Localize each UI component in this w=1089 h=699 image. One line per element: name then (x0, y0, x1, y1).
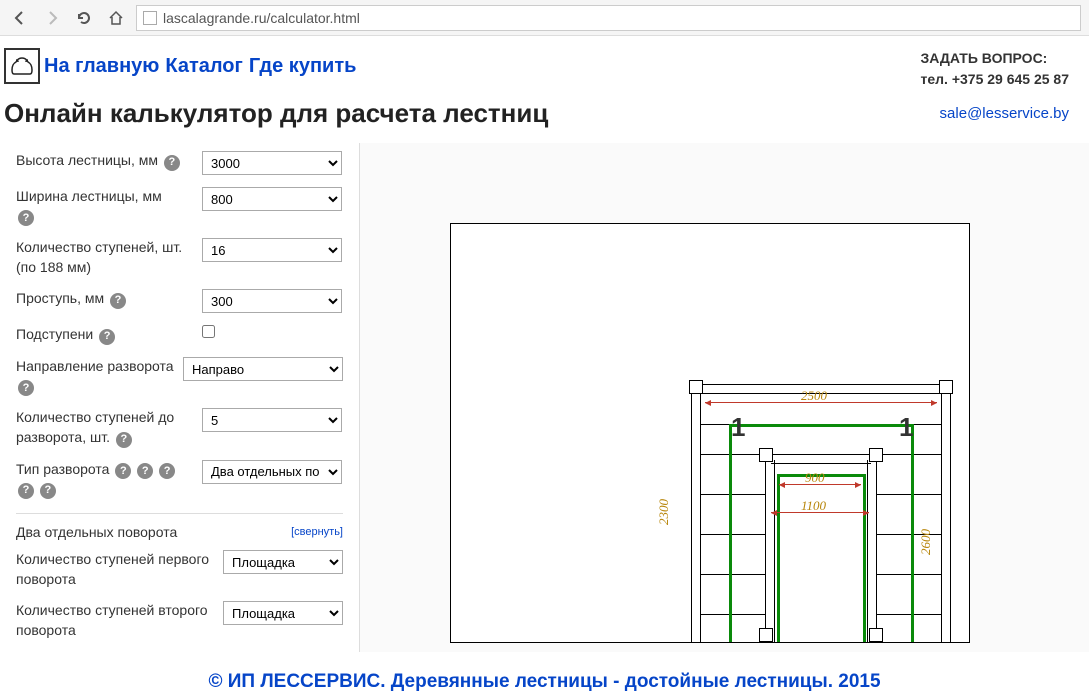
footer: © ИП ЛЕССЕРВИС. Деревянные лестницы - до… (0, 671, 1089, 693)
width-select[interactable]: 800 (202, 187, 342, 211)
nav-home[interactable]: На главную (44, 55, 159, 78)
url-bar[interactable]: lascalagrande.ru/calculator.html (136, 5, 1081, 31)
before-turn-select[interactable]: 5 (202, 408, 342, 432)
riser-label: Подступени (16, 326, 93, 342)
dim-1100: 1100 (801, 498, 826, 514)
height-select[interactable]: 3000 (202, 151, 342, 175)
nav-catalog[interactable]: Каталог (165, 55, 242, 78)
dim-2300: 2300 (656, 499, 672, 525)
help-icon[interactable]: ? (40, 483, 56, 499)
reload-button[interactable] (72, 6, 96, 30)
dim-2600: 2600 (918, 529, 934, 555)
tread-select[interactable]: 300 (202, 289, 342, 313)
forward-button[interactable] (40, 6, 64, 30)
browser-toolbar: lascalagrande.ru/calculator.html (0, 0, 1089, 36)
marker-1-right: 1 (899, 412, 913, 443)
help-icon[interactable]: ? (18, 380, 34, 396)
collapse-link[interactable]: [свернуть] (291, 526, 343, 538)
steps-label: Количество ступеней, шт. (по 188 мм) (16, 238, 194, 277)
email-link[interactable]: sale@lesservice.by (940, 105, 1069, 122)
first-turn-label: Количество ступеней первого поворота (16, 550, 215, 589)
header: На главную Каталог Где купить ЗАДАТЬ ВОП… (0, 36, 1089, 98)
contact-phone: тел. +375 29 645 25 87 (921, 69, 1069, 90)
tread-label: Проступь, мм (16, 290, 104, 306)
help-icon[interactable]: ? (159, 463, 175, 479)
height-label: Высота лестницы, мм (16, 152, 158, 168)
second-turn-label: Количество ступеней второго поворота (16, 601, 215, 640)
nav-where[interactable]: Где купить (249, 55, 357, 78)
help-icon[interactable]: ? (137, 463, 153, 479)
riser-checkbox[interactable] (202, 325, 215, 338)
stair-drawing: 2500 900 1100 2300 2600 1 1 (450, 223, 970, 643)
steps-select[interactable]: 16 (202, 238, 342, 262)
dim-900: 900 (805, 470, 825, 486)
turn-type-select[interactable]: Два отдельных по (202, 460, 342, 484)
form-panel: Высота лестницы, мм ? 3000 Ширина лестни… (0, 143, 360, 652)
preview-panel: 2500 900 1100 2300 2600 1 1 (360, 143, 1089, 652)
help-icon[interactable]: ? (110, 293, 126, 309)
home-button[interactable] (104, 6, 128, 30)
help-icon[interactable]: ? (18, 210, 34, 226)
page-icon (143, 11, 157, 25)
help-icon[interactable]: ? (164, 155, 180, 171)
logo[interactable] (4, 48, 40, 84)
help-icon[interactable]: ? (115, 463, 131, 479)
section-title: Два отдельных поворота (16, 524, 177, 540)
direction-label: Направление разворота (16, 358, 174, 374)
width-label: Ширина лестницы, мм (16, 188, 162, 204)
before-turn-label: Количество ступеней до разворота, шт. (16, 409, 174, 445)
first-turn-select[interactable]: Площадка (223, 550, 343, 574)
dim-2500: 2500 (801, 388, 827, 404)
turn-type-label: Тип разворота (16, 461, 109, 477)
direction-select[interactable]: Направо (183, 357, 343, 381)
page-title: Онлайн калькулятор для расчета лестниц (4, 98, 548, 129)
help-icon[interactable]: ? (99, 329, 115, 345)
contact-block: ЗАДАТЬ ВОПРОС: тел. +375 29 645 25 87 (921, 48, 1069, 90)
help-icon[interactable]: ? (116, 432, 132, 448)
url-text: lascalagrande.ru/calculator.html (163, 10, 360, 26)
second-turn-select[interactable]: Площадка (223, 601, 343, 625)
marker-1-left: 1 (731, 412, 745, 443)
contact-ask: ЗАДАТЬ ВОПРОС: (921, 48, 1069, 69)
help-icon[interactable]: ? (18, 483, 34, 499)
back-button[interactable] (8, 6, 32, 30)
